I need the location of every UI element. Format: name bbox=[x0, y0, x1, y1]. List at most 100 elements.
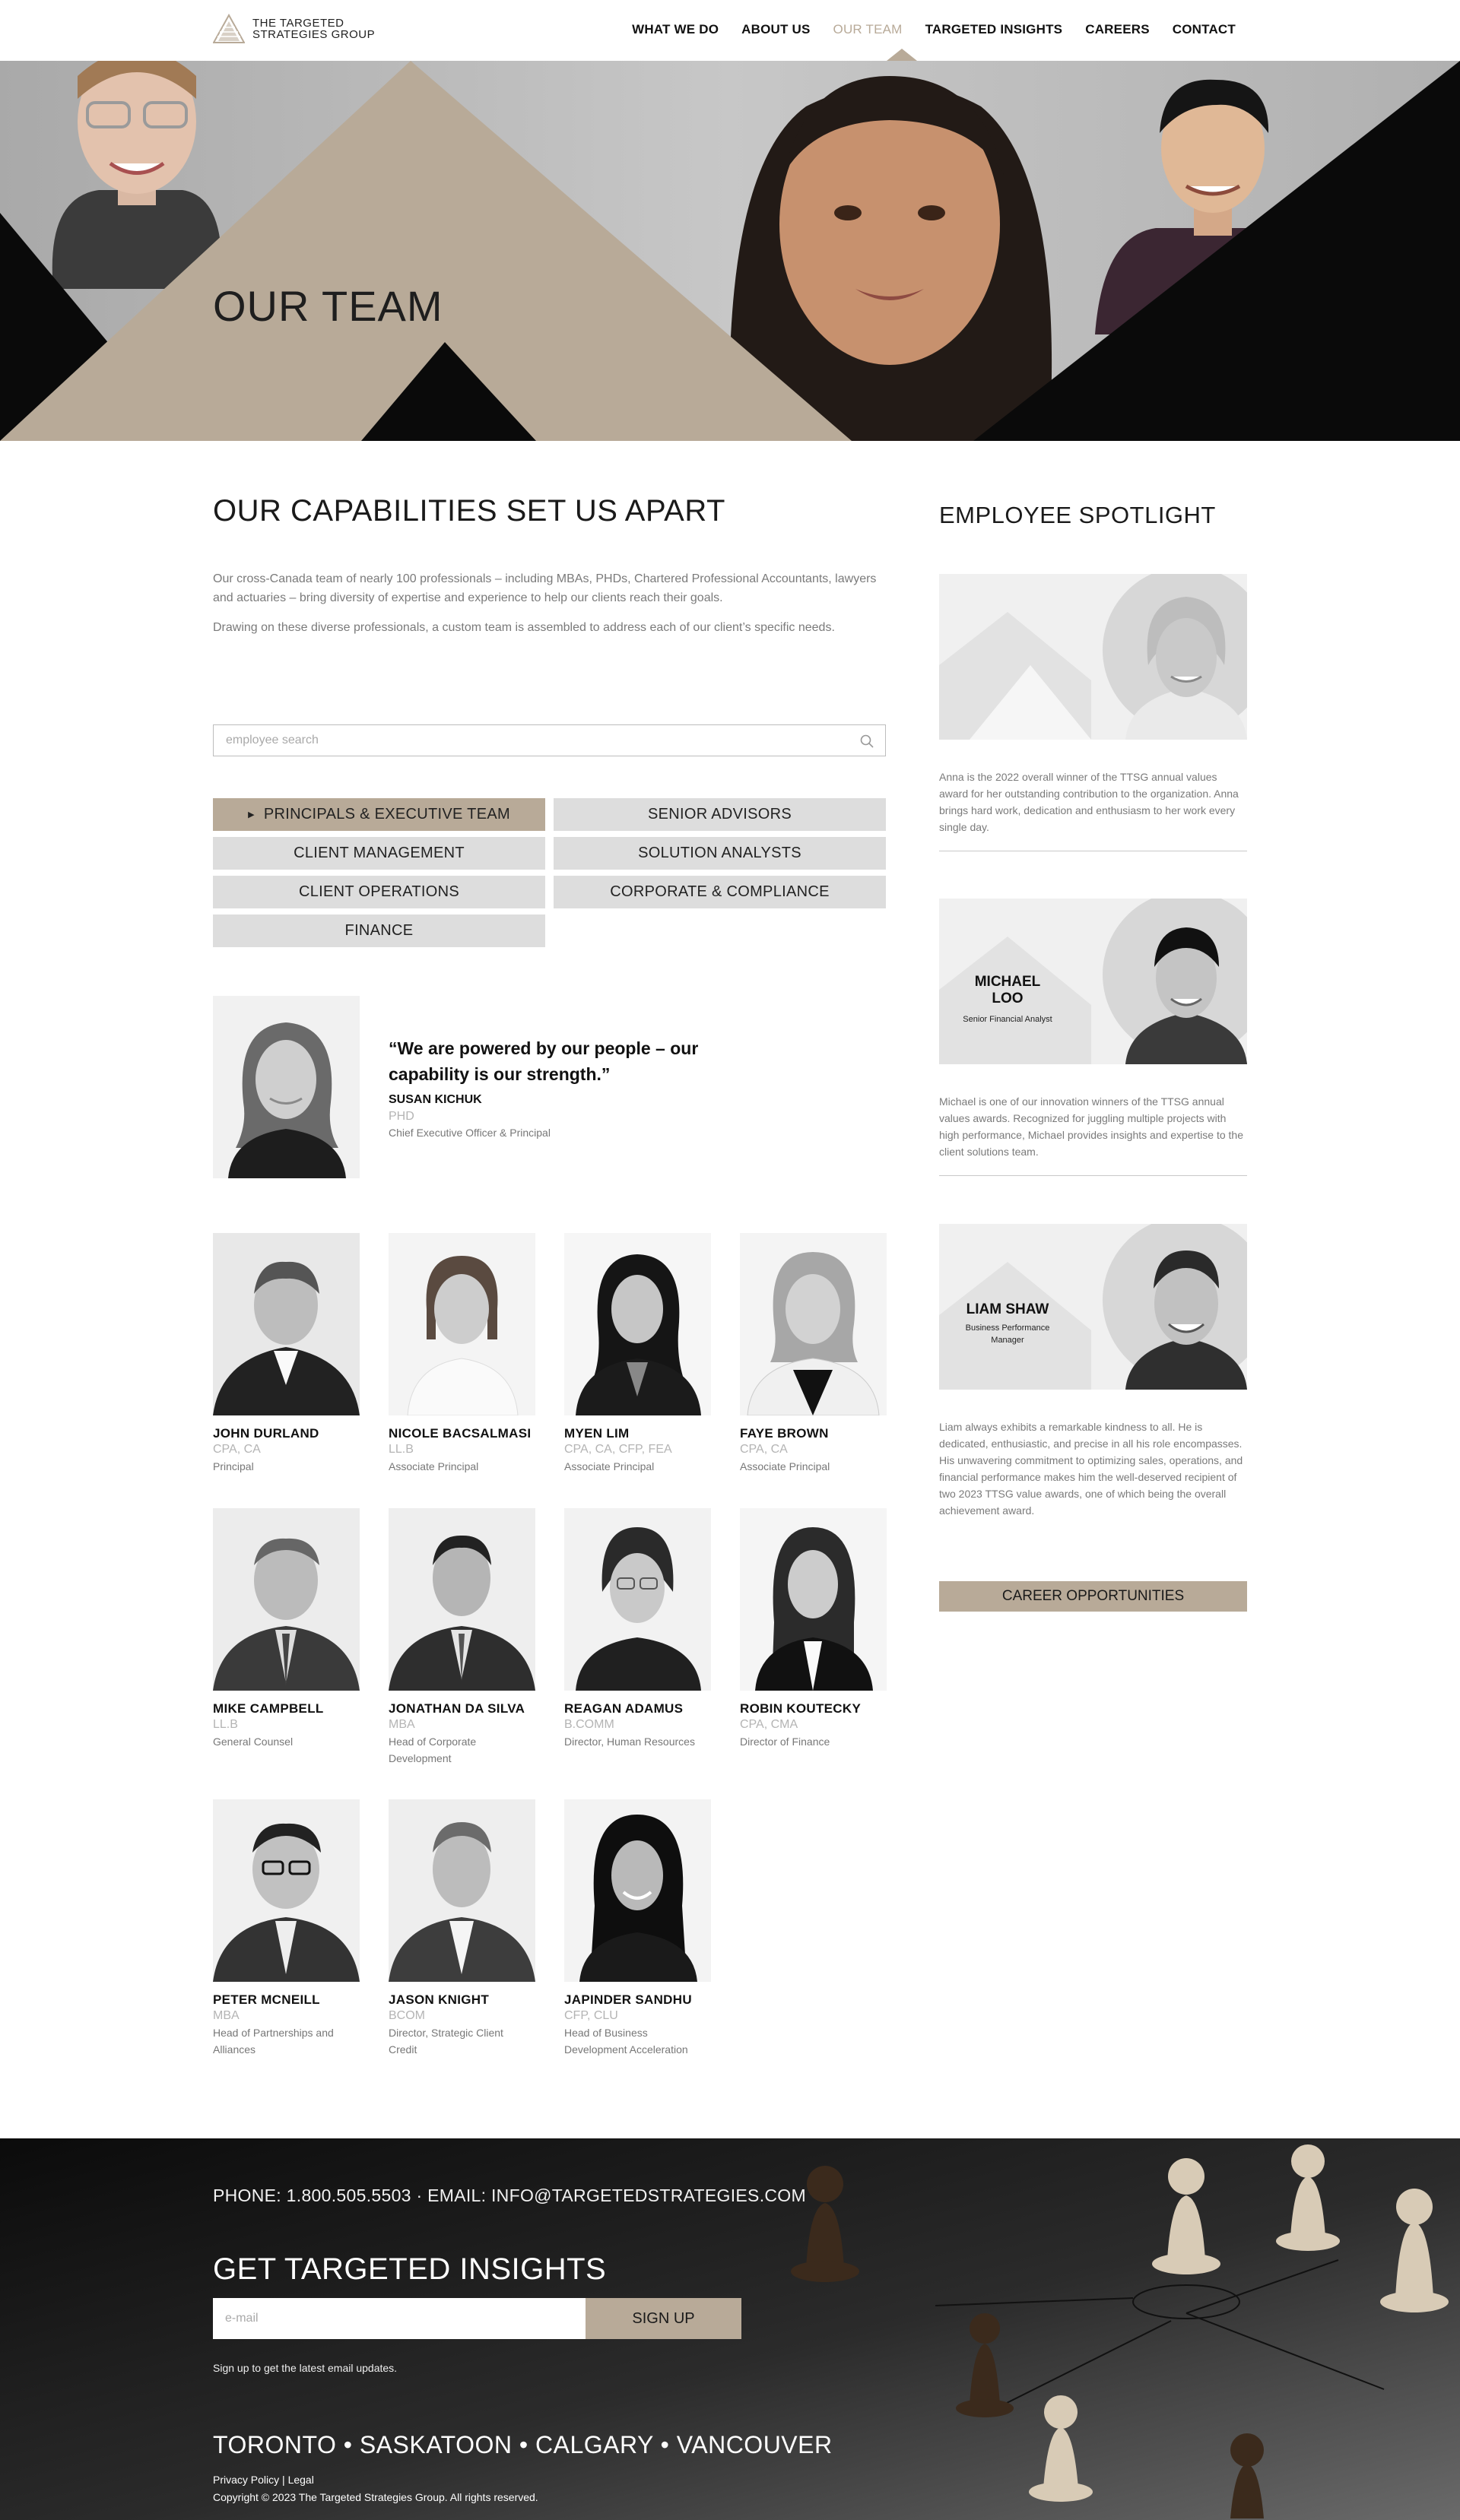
career-opportunities-button[interactable]: CAREER OPPORTUNITIES bbox=[939, 1581, 1247, 1612]
member-credentials: CPA, CA bbox=[213, 1443, 261, 1456]
member-photo bbox=[389, 1508, 535, 1691]
member-photo bbox=[213, 1233, 360, 1415]
hero-graphic bbox=[0, 61, 1460, 441]
filter-corporate-compliance[interactable]: CORPORATE & COMPLIANCE bbox=[554, 876, 886, 908]
intro-paragraph-1: Our cross-Canada team of nearly 100 prof… bbox=[213, 572, 877, 604]
member-role: Director of Finance bbox=[740, 1735, 830, 1748]
team-filters: ▶ PRINCIPALS & EXECUTIVE TEAM SENIOR ADVI… bbox=[213, 798, 886, 947]
intro-paragraph-2: Drawing on these diverse professionals, … bbox=[213, 621, 835, 634]
member-credentials: CPA, CA, CFP, FEA bbox=[564, 1443, 672, 1456]
member-name: PETER MCNEILL bbox=[213, 1992, 320, 2007]
team-card[interactable]: MIKE CAMPBELL LL.B General Counsel bbox=[213, 1508, 365, 1750]
team-card[interactable]: NICOLE BACSALMASI LL.B Associate Princip… bbox=[389, 1233, 541, 1475]
member-role: Head of Corporate Development bbox=[389, 1735, 477, 1764]
member-role: Principal bbox=[213, 1460, 254, 1472]
play-arrow-icon: ▶ bbox=[248, 810, 255, 819]
member-role: Associate Principal bbox=[389, 1460, 479, 1472]
link-separator: | bbox=[282, 2474, 285, 2486]
page-title: OUR TEAM bbox=[213, 282, 443, 330]
nav-about-us[interactable]: ABOUT US bbox=[741, 22, 810, 37]
member-role: Head of Business Development Acceleratio… bbox=[564, 2027, 688, 2056]
spotlight-image[interactable]: LIAM SHAW Business Performance Manager bbox=[939, 1224, 1247, 1390]
team-card[interactable]: JAPINDER SANDHU CFP, CLU Head of Busines… bbox=[564, 1799, 716, 2058]
team-card[interactable]: JOHN DURLAND CPA, CA Principal bbox=[213, 1233, 365, 1475]
member-role: General Counsel bbox=[213, 1735, 294, 1748]
member-credentials: MBA bbox=[389, 1718, 415, 1731]
team-card[interactable]: PETER MCNEILL MBA Head of Partnerships a… bbox=[213, 1799, 365, 2058]
spotlight-card-title: Senior Financial Analyst bbox=[963, 1015, 1052, 1024]
filter-client-operations[interactable]: CLIENT OPERATIONS bbox=[213, 876, 545, 908]
featured-role: Chief Executive Officer & Principal bbox=[389, 1127, 551, 1139]
main-nav: WHAT WE DO ABOUT US OUR TEAM TARGETED IN… bbox=[632, 22, 1236, 37]
member-credentials: B.COMM bbox=[564, 1718, 614, 1731]
nav-targeted-insights[interactable]: TARGETED INSIGHTS bbox=[925, 22, 1063, 37]
member-name: REAGAN ADAMUS bbox=[564, 1701, 684, 1716]
member-name: MIKE CAMPBELL bbox=[213, 1701, 324, 1716]
legal-link[interactable]: Legal bbox=[288, 2474, 314, 2486]
employee-search-input[interactable] bbox=[214, 725, 837, 756]
member-photo bbox=[740, 1233, 887, 1415]
member-role: Director, Human Resources bbox=[564, 1735, 695, 1748]
featured-member-photo[interactable] bbox=[213, 996, 360, 1178]
member-photo bbox=[564, 1799, 711, 1982]
member-photo bbox=[213, 1799, 360, 1982]
email-field[interactable] bbox=[213, 2298, 586, 2339]
site-footer: PHONE: 1.800.505.5503 · EMAIL: INFO@TARG… bbox=[0, 2138, 1460, 2520]
site-header: THE TARGETED STRATEGIES GROUP WHAT WE DO… bbox=[0, 0, 1460, 61]
member-name: JAPINDER SANDHU bbox=[564, 1992, 692, 2007]
spotlight-card: MICHAEL LOO Senior Financial Analyst Mich… bbox=[939, 899, 1247, 1176]
member-name: JONATHAN DA SILVA bbox=[389, 1701, 525, 1716]
filter-finance[interactable]: FINANCE bbox=[213, 914, 545, 947]
member-role: Director, Strategic Client Credit bbox=[389, 2027, 503, 2056]
spotlight-image[interactable]: MICHAEL LOO Senior Financial Analyst bbox=[939, 899, 1247, 1064]
section-title: OUR CAPABILITIES SET US APART bbox=[213, 494, 725, 528]
filter-solution-analysts[interactable]: SOLUTION ANALYSTS bbox=[554, 837, 886, 870]
filter-principals-executive[interactable]: ▶ PRINCIPALS & EXECUTIVE TEAM bbox=[213, 798, 545, 831]
member-name: FAYE BROWN bbox=[740, 1426, 829, 1441]
spotlight-image[interactable] bbox=[939, 574, 1247, 740]
filter-client-management[interactable]: CLIENT MANAGEMENT bbox=[213, 837, 545, 870]
sidebar-title: EMPLOYEE SPOTLIGHT bbox=[939, 502, 1216, 528]
member-photo bbox=[389, 1799, 535, 1982]
logo-triangle-icon bbox=[213, 14, 245, 43]
employee-search-box bbox=[213, 724, 886, 756]
search-icon[interactable] bbox=[859, 734, 874, 749]
member-name: NICOLE BACSALMASI bbox=[389, 1426, 532, 1441]
team-card[interactable]: ROBIN KOUTECKY CPA, CMA Director of Fina… bbox=[740, 1508, 892, 1750]
nav-careers[interactable]: CAREERS bbox=[1085, 22, 1150, 37]
spotlight-card-name: LIAM SHAW bbox=[966, 1301, 1049, 1317]
team-card[interactable]: JASON KNIGHT BCOM Director, Strategic Cl… bbox=[389, 1799, 541, 2058]
featured-name: SUSAN KICHUK bbox=[389, 1093, 482, 1106]
member-credentials: LL.B bbox=[213, 1718, 238, 1731]
logo-line-1: THE TARGETED bbox=[252, 17, 344, 30]
signup-note: Sign up to get the latest email updates. bbox=[213, 2362, 398, 2374]
footer-contact: PHONE: 1.800.505.5503 · EMAIL: INFO@TARG… bbox=[213, 2186, 806, 2205]
member-photo bbox=[740, 1508, 887, 1691]
filter-senior-advisors[interactable]: SENIOR ADVISORS bbox=[554, 798, 886, 831]
employee-spotlight-sidebar: EMPLOYEE SPOTLIGHT Anna is the 2022 over… bbox=[939, 494, 1247, 1612]
sign-up-button[interactable]: SIGN UP bbox=[586, 2298, 741, 2339]
nav-our-team[interactable]: OUR TEAM bbox=[833, 22, 903, 37]
privacy-policy-link[interactable]: Privacy Policy bbox=[213, 2474, 279, 2486]
active-nav-caret-icon bbox=[887, 49, 917, 61]
member-credentials: CFP, CLU bbox=[564, 2009, 618, 2022]
member-role: Associate Principal bbox=[740, 1460, 830, 1472]
team-card[interactable]: MYEN LIM CPA, CA, CFP, FEA Associate Pri… bbox=[564, 1233, 716, 1475]
featured-member: “We are powered by our people – our capa… bbox=[213, 996, 886, 1182]
insights-title: GET TARGETED INSIGHTS bbox=[213, 2252, 607, 2286]
logo-text: THE TARGETED STRATEGIES GROUP bbox=[252, 17, 375, 40]
copyright: Copyright © 2023 The Targeted Strategies… bbox=[213, 2491, 538, 2503]
newsletter-form: SIGN UP bbox=[213, 2298, 741, 2339]
team-card[interactable]: REAGAN ADAMUS B.COMM Director, Human Res… bbox=[564, 1508, 716, 1750]
nav-what-we-do[interactable]: WHAT WE DO bbox=[632, 22, 719, 37]
member-name: JASON KNIGHT bbox=[389, 1992, 490, 2007]
logo[interactable]: THE TARGETED STRATEGIES GROUP bbox=[213, 14, 375, 44]
divider bbox=[939, 1175, 1247, 1176]
team-card[interactable]: FAYE BROWN CPA, CA Associate Principal bbox=[740, 1233, 892, 1475]
hero-banner: OUR TEAM bbox=[0, 61, 1460, 441]
member-credentials: CPA, CA bbox=[740, 1443, 788, 1456]
nav-contact[interactable]: CONTACT bbox=[1173, 22, 1236, 37]
logo-line-2: STRATEGIES GROUP bbox=[252, 28, 376, 41]
team-card[interactable]: JONATHAN DA SILVA MBA Head of Corporate … bbox=[389, 1508, 541, 1767]
member-photo bbox=[389, 1233, 535, 1415]
